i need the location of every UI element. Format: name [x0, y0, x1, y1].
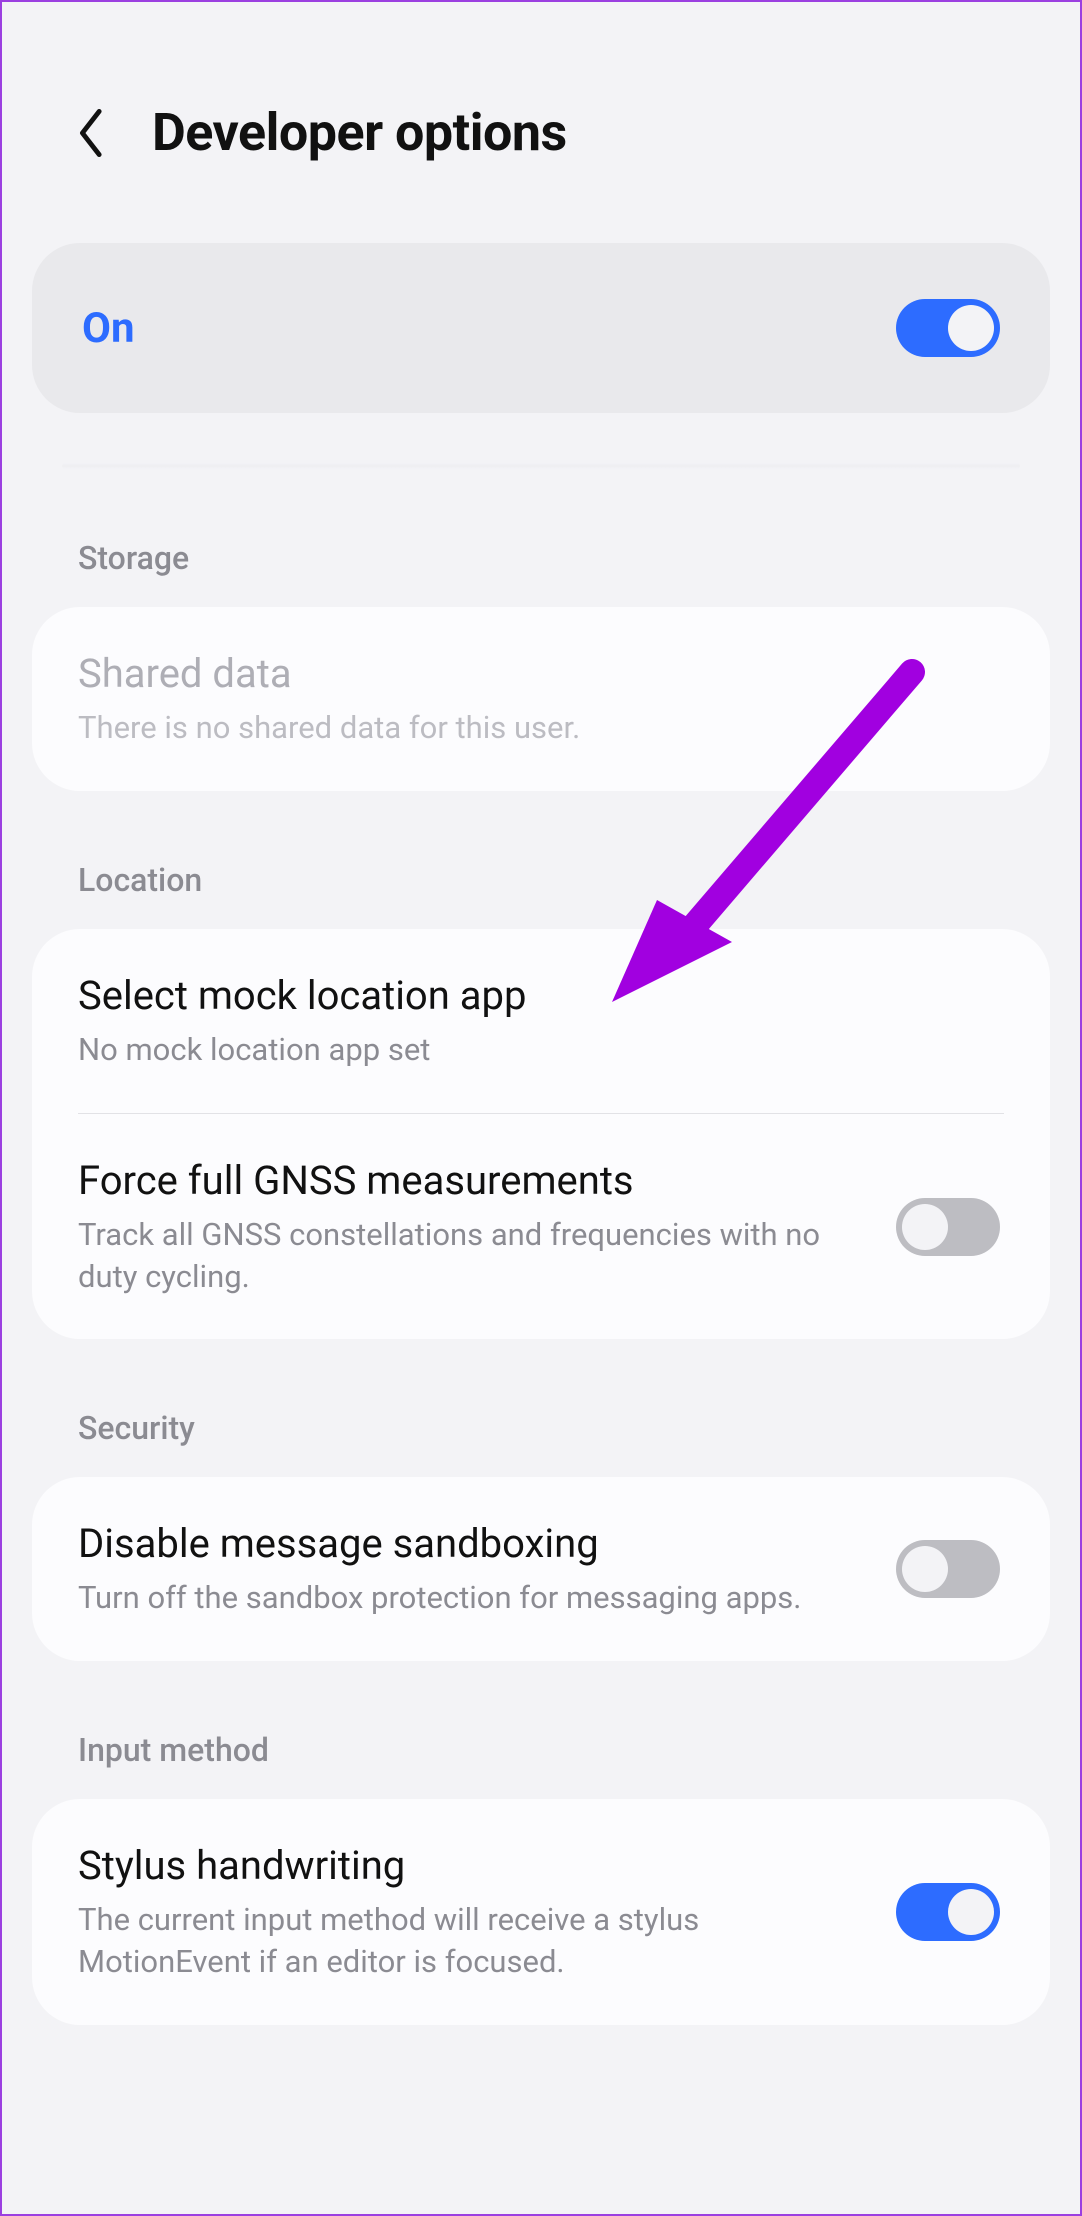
row-subtitle: There is no shared data for this user. — [78, 707, 1000, 749]
row-title: Stylus handwriting — [78, 1841, 866, 1891]
row-subtitle: Turn off the sandbox protection for mess… — [78, 1577, 866, 1619]
app-header: Developer options — [2, 2, 1080, 223]
page-title: Developer options — [152, 102, 567, 163]
card-security: Disable message sandboxing Turn off the … — [32, 1477, 1050, 1661]
row-subtitle: The current input method will receive a … — [78, 1899, 866, 1983]
row-subtitle: Track all GNSS constellations and freque… — [78, 1214, 866, 1298]
row-subtitle: No mock location app set — [78, 1029, 1000, 1071]
master-toggle-switch[interactable] — [896, 299, 1000, 357]
section-header-input-method: Input method — [2, 1661, 1080, 1799]
row-title: Select mock location app — [78, 971, 1000, 1021]
chevron-left-icon — [77, 109, 107, 157]
card-location: Select mock location app No mock locatio… — [32, 929, 1050, 1340]
row-shared-data: Shared data There is no shared data for … — [32, 607, 1050, 791]
row-title: Force full GNSS measurements — [78, 1156, 866, 1206]
section-header-storage: Storage — [2, 469, 1080, 607]
row-select-mock-location[interactable]: Select mock location app No mock locatio… — [32, 929, 1050, 1113]
master-toggle-label: On — [82, 304, 135, 353]
row-title: Disable message sandboxing — [78, 1519, 866, 1569]
row-title: Shared data — [78, 649, 1000, 699]
section-header-location: Location — [2, 791, 1080, 929]
row-disable-message-sandboxing[interactable]: Disable message sandboxing Turn off the … — [32, 1477, 1050, 1661]
card-storage: Shared data There is no shared data for … — [32, 607, 1050, 791]
gnss-toggle-switch[interactable] — [896, 1198, 1000, 1256]
sandbox-toggle-switch[interactable] — [896, 1540, 1000, 1598]
section-header-security: Security — [2, 1339, 1080, 1477]
row-stylus-handwriting[interactable]: Stylus handwriting The current input met… — [32, 1799, 1050, 2025]
row-force-full-gnss[interactable]: Force full GNSS measurements Track all G… — [32, 1114, 1050, 1340]
card-input-method: Stylus handwriting The current input met… — [32, 1799, 1050, 2025]
back-button[interactable] — [72, 113, 112, 153]
stylus-toggle-switch[interactable] — [896, 1883, 1000, 1941]
master-toggle-row[interactable]: On — [32, 243, 1050, 413]
